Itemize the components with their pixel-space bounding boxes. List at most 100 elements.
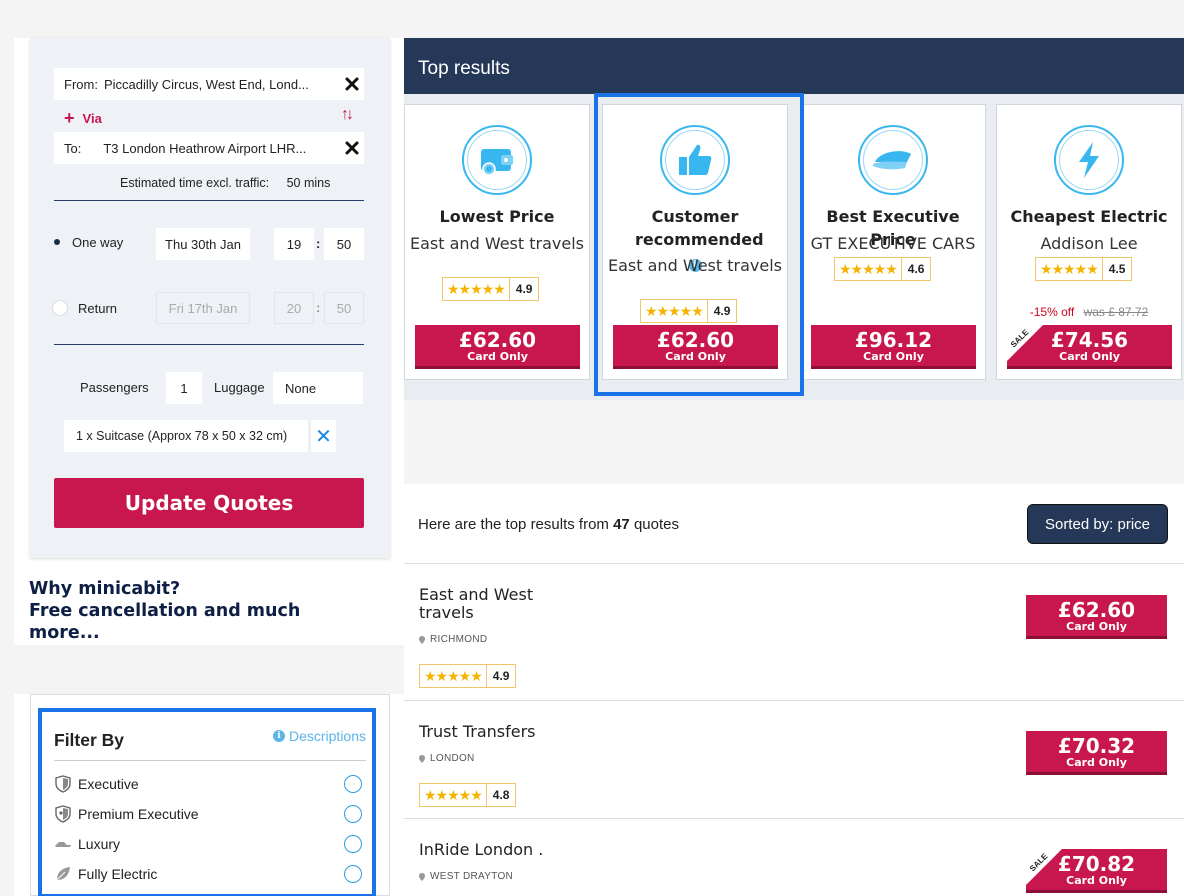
rating-badge: ★★★★★ 4.9 xyxy=(442,277,540,301)
card-cheapest-electric[interactable]: Cheapest Electric Addison Lee ★★★★★ 4.5 … xyxy=(996,104,1182,380)
card-lowest-price[interactable]: Lowest Price East and West travels ★★★★★… xyxy=(404,104,590,380)
operator-location: WEST DRAYTON xyxy=(419,871,513,882)
car-icon xyxy=(54,835,72,853)
return-option[interactable]: Return xyxy=(52,300,117,316)
results-summary-bar: Here are the top results from 47 quotes … xyxy=(404,484,1184,564)
from-value[interactable]: Piccadilly Circus, West End, Lond... xyxy=(104,77,340,92)
card-subtitle: Addison Lee xyxy=(1040,234,1138,253)
price: £70.32 xyxy=(1057,734,1136,758)
return-minute[interactable]: 50 xyxy=(324,292,364,324)
card-best-executive[interactable]: Best Executive Price GT EXECUTIVE CARS ★… xyxy=(800,104,986,380)
filter-executive[interactable]: Executive xyxy=(54,772,362,796)
filter-luxury[interactable]: Luxury xyxy=(54,832,362,856)
location-text: WEST DRAYTON xyxy=(430,871,514,882)
rating-badge: ★★★★★ 4.8 xyxy=(419,783,517,807)
card-title-text: Customer recommended xyxy=(635,207,764,249)
rating-value: 4.9 xyxy=(706,300,737,322)
list-item[interactable]: Trust Transfers LONDON ★★★★★ 4.8 £70.32 … xyxy=(404,701,1184,819)
sort-button[interactable]: Sorted by: price xyxy=(1027,504,1168,544)
estimated-time: Estimated time excl. traffic: 50 mins xyxy=(120,176,330,190)
rating-value: 4.8 xyxy=(485,784,516,806)
divider xyxy=(54,760,366,761)
card-subtitle: East and West travels xyxy=(410,234,584,253)
card-customer-recommended[interactable]: Customer recommended i East and West tra… xyxy=(602,104,788,380)
via-label: Via xyxy=(82,111,102,126)
star-rating-icon: ★★★★★ xyxy=(839,260,898,277)
plus-icon: + xyxy=(64,108,75,128)
price-button[interactable]: £62.60 Card Only xyxy=(613,325,778,369)
price-button[interactable]: SALE £74.56 Card Only xyxy=(1007,325,1172,369)
chauffeur-cap-icon xyxy=(858,125,928,195)
time-separator: : xyxy=(316,300,321,315)
price: £62.60 xyxy=(458,328,537,352)
return-radio[interactable] xyxy=(52,300,68,316)
why-minicabit: Why minicabit? Free cancellation and muc… xyxy=(29,578,349,644)
divider xyxy=(54,344,364,345)
to-field[interactable]: To: T3 London Heathrow Airport LHR... xyxy=(54,132,364,164)
price-button[interactable]: £62.60 Card Only xyxy=(1026,595,1167,639)
price: £62.60 xyxy=(656,328,735,352)
filter-radio[interactable] xyxy=(344,835,362,853)
results-summary: Here are the top results from 47 quotes xyxy=(418,516,679,533)
spacer xyxy=(404,400,1184,484)
return-date[interactable]: Fri 17th Jan xyxy=(156,292,250,324)
rating-badge: ★★★★★ 4.6 xyxy=(834,257,932,281)
return-hour[interactable]: 20 xyxy=(274,292,314,324)
suitcase-tag: 1 x Suitcase (Approx 78 x 50 x 32 cm) xyxy=(64,420,308,452)
oneway-hour[interactable]: 19 xyxy=(274,228,314,260)
est-label: Estimated time excl. traffic: xyxy=(120,176,270,190)
from-field[interactable]: From: Piccadilly Circus, West End, Lond.… xyxy=(54,68,364,100)
filter-radio[interactable] xyxy=(344,775,362,793)
list-item[interactable]: East and West travels RICHMOND ★★★★★ 4.9… xyxy=(404,564,1184,701)
price-button[interactable]: £96.12 Card Only xyxy=(811,325,976,369)
oneway-minute[interactable]: 50 xyxy=(324,228,364,260)
price-button[interactable]: £62.60 Card Only xyxy=(415,325,580,369)
rating-value: 4.5 xyxy=(1101,258,1132,280)
price: £96.12 xyxy=(854,328,933,352)
rating-value: 4.6 xyxy=(900,258,931,280)
operator-name: East and West travels xyxy=(419,585,534,622)
update-quotes-button[interactable]: Update Quotes xyxy=(54,478,364,528)
from-label: From: xyxy=(64,76,98,92)
search-panel: From: Piccadilly Circus, West End, Lond.… xyxy=(14,38,404,645)
price-button[interactable]: £70.32 Card Only xyxy=(1026,731,1167,775)
discount-percent: -15% off xyxy=(1029,305,1075,319)
oneway-radio[interactable] xyxy=(52,234,62,250)
price-button[interactable]: SALE £70.82 Card Only xyxy=(1026,849,1167,893)
location-pin-icon xyxy=(419,635,425,644)
time-separator: : xyxy=(316,236,321,251)
swap-icon[interactable]: ↑↓ xyxy=(341,106,354,124)
descriptions-label: Descriptions xyxy=(288,728,366,744)
add-via-button[interactable]: + Via xyxy=(64,108,102,129)
was-price: was £ 87.72 xyxy=(1083,305,1149,319)
descriptions-link[interactable]: i Descriptions xyxy=(272,728,366,744)
filter-label: Executive xyxy=(78,776,139,792)
leaf-icon xyxy=(54,865,72,883)
list-item[interactable]: InRide London . WEST DRAYTON SALE £70.82… xyxy=(404,819,1184,896)
card-subtitle: GT EXECUTIVE CARS xyxy=(810,234,976,253)
oneway-option[interactable]: One way xyxy=(52,234,123,250)
oneway-date[interactable]: Thu 30th Jan xyxy=(156,228,250,260)
location-pin-icon xyxy=(419,872,425,881)
filter-label: Fully Electric xyxy=(78,866,158,882)
clear-from-icon[interactable] xyxy=(340,77,364,91)
filter-label: Premium Executive xyxy=(78,806,199,822)
return-label: Return xyxy=(78,300,118,316)
remove-suitcase-icon[interactable]: ✕ xyxy=(310,420,336,452)
clear-to-icon[interactable] xyxy=(340,141,364,155)
filter-radio[interactable] xyxy=(344,805,362,823)
filter-radio[interactable] xyxy=(344,865,362,883)
to-value[interactable]: T3 London Heathrow Airport LHR... xyxy=(103,141,340,156)
operator-location: LONDON xyxy=(419,753,475,764)
star-rating-icon: ★★★★★ xyxy=(424,786,483,803)
rating-badge: ★★★★★ 4.5 xyxy=(1035,257,1133,281)
filter-premium-executive[interactable]: Premium Executive xyxy=(54,802,362,826)
luggage-select[interactable]: None xyxy=(273,372,363,404)
rating-badge: ★★★★★ 4.9 xyxy=(419,664,517,688)
results-prefix: Here are the top results from xyxy=(418,516,609,533)
lightning-icon xyxy=(1054,125,1124,195)
passengers-input[interactable]: 1 xyxy=(166,372,202,404)
why-line1: Why minicabit? xyxy=(29,579,181,599)
rating-badge: ★★★★★ 4.9 xyxy=(640,299,738,323)
filter-fully-electric[interactable]: Fully Electric xyxy=(54,862,362,886)
